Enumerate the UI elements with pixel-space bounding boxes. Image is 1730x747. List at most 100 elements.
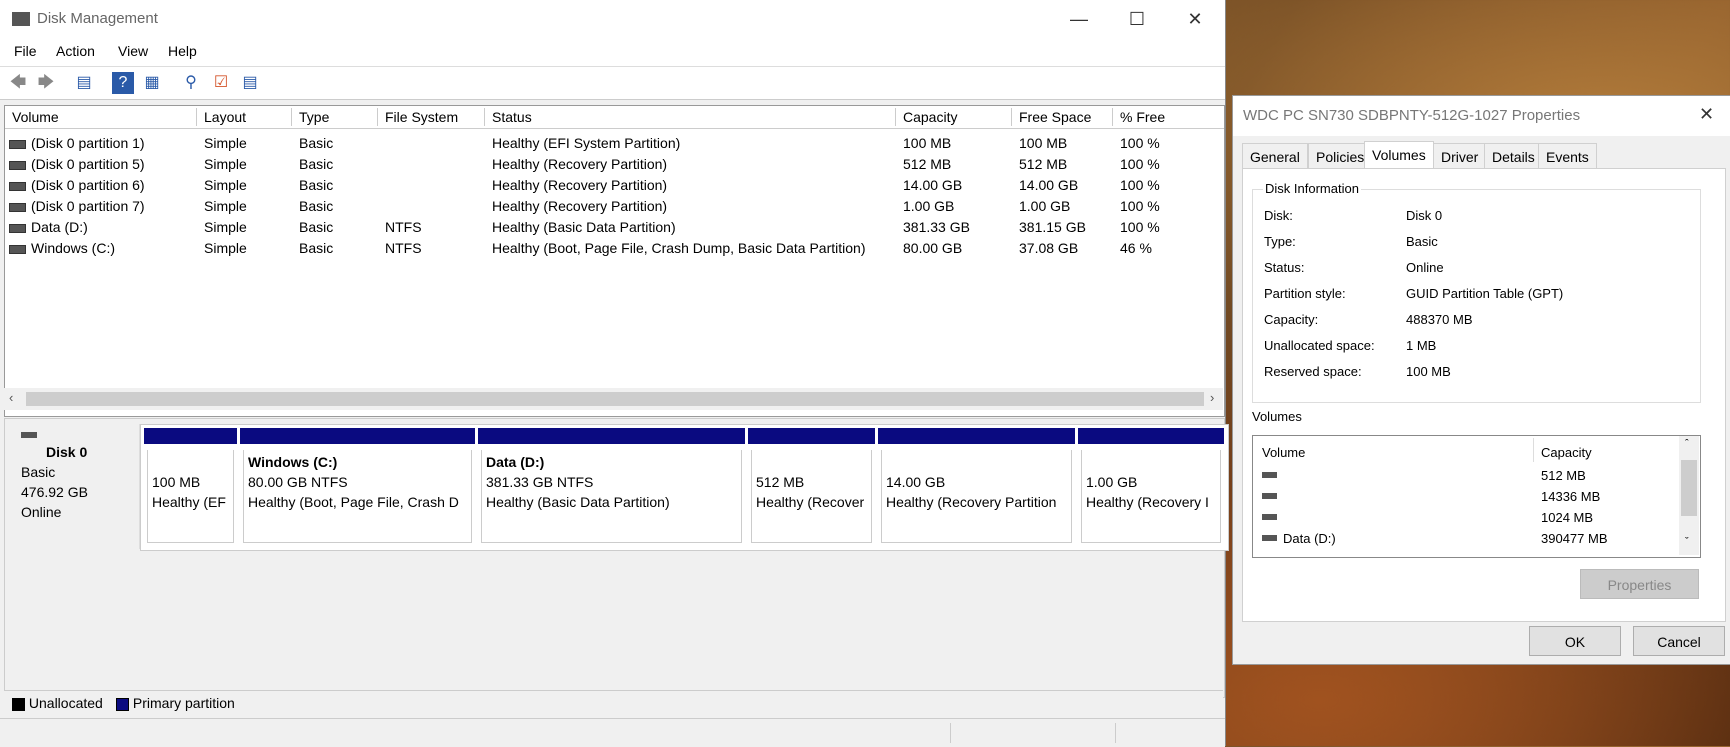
minimize-button[interactable]: — [1050, 0, 1108, 38]
cell-type: Basic [299, 156, 334, 172]
partition-status: Healthy (Boot, Page File, Crash D [248, 494, 459, 510]
tab-general[interactable]: General [1242, 143, 1308, 169]
properties-view-icon[interactable]: ▦ [141, 72, 163, 94]
tab-driver[interactable]: Driver [1433, 143, 1487, 169]
status-divider [1115, 723, 1116, 743]
scrollbar-thumb[interactable] [26, 392, 1204, 406]
col-header-type[interactable]: Type [292, 108, 378, 126]
checklist-icon[interactable]: ☑ [210, 72, 232, 94]
cell-status: Healthy (Boot, Page File, Crash Dump, Ba… [492, 240, 866, 256]
help-icon[interactable]: ? [112, 72, 134, 94]
vol-capacity: 390477 MB [1541, 531, 1608, 546]
partition-block[interactable]: Windows (C:) 80.00 GB NTFS Healthy (Boot, … [240, 428, 475, 546]
disk-name: Disk 0 [46, 444, 88, 460]
scroll-up-icon[interactable]: ˆ [1685, 438, 1689, 450]
col-header-status[interactable]: Status [485, 108, 896, 126]
forward-arrow-icon[interactable]: 🡆 [35, 72, 57, 94]
col-header-filesystem[interactable]: File System [378, 108, 485, 126]
table-row[interactable]: (Disk 0 partition 5) Simple Basic Health… [5, 154, 1224, 175]
volumes-list[interactable]: Volume Capacity 512 MB 14336 MB 1024 MB … [1252, 435, 1701, 558]
window-title: Disk Management [37, 10, 158, 27]
list-item[interactable]: 14336 MB [1253, 487, 1678, 507]
ok-button[interactable]: OK [1529, 626, 1621, 656]
cell-capacity: 512 MB [903, 156, 952, 172]
partition-status: Healthy (Recovery Partition [886, 494, 1057, 510]
vol-name: Data (D:) [1283, 531, 1336, 546]
cell-free-space: 381.15 GB [1019, 219, 1086, 235]
scroll-down-icon[interactable]: ˇ [1685, 536, 1689, 548]
partition-size: 80.00 GB NTFS [248, 474, 348, 490]
table-row[interactable]: Windows (C:) Simple Basic NTFS Healthy (… [5, 238, 1224, 259]
menu-help[interactable]: Help [168, 43, 197, 59]
cell-volume: Data (D:) [31, 219, 88, 235]
list-item[interactable]: Data (D:) 390477 MB [1253, 529, 1678, 549]
vertical-scrollbar[interactable]: ˆ ˇ [1679, 436, 1699, 555]
cell-percent-free: 100 % [1120, 198, 1160, 214]
cell-layout: Simple [204, 177, 247, 193]
cancel-button[interactable]: Cancel [1633, 626, 1725, 656]
col-header-percent-free[interactable]: % Free [1113, 108, 1224, 126]
horizontal-scrollbar[interactable]: ‹ › [4, 388, 1223, 410]
menu-file[interactable]: File [14, 43, 37, 59]
list-item[interactable]: 1024 MB [1253, 508, 1678, 528]
info-label: Capacity: [1264, 312, 1319, 327]
info-label: Unallocated space: [1264, 338, 1375, 353]
col-header-capacity[interactable]: Capacity [896, 108, 1012, 126]
cell-status: Healthy (Recovery Partition) [492, 177, 668, 193]
col-header-free-space[interactable]: Free Space [1012, 108, 1113, 126]
dialog-title-bar[interactable]: WDC PC SN730 SDBPNTY-512G-1027 Propertie… [1233, 96, 1730, 136]
tab-policies[interactable]: Policies [1308, 143, 1373, 169]
scroll-left-icon[interactable]: ‹ [9, 390, 13, 405]
volume-list-header: Volume Layout Type File System Status Ca… [5, 106, 1224, 129]
close-button[interactable]: ✕ [1166, 0, 1224, 38]
disk-label-panel[interactable]: Disk 0 Basic 476.92 GB Online [9, 424, 140, 549]
table-row[interactable]: (Disk 0 partition 6) Simple Basic Health… [5, 175, 1224, 196]
tab-events[interactable]: Events [1538, 143, 1597, 169]
dialog-close-icon[interactable]: ✕ [1699, 104, 1714, 125]
scrollbar-thumb[interactable] [1681, 460, 1697, 516]
table-row[interactable]: Data (D:) Simple Basic NTFS Healthy (Bas… [5, 217, 1224, 238]
partition-block[interactable]: 14.00 GB Healthy (Recovery Partition [878, 428, 1075, 546]
partition-name [152, 452, 229, 472]
tab-volumes[interactable]: Volumes [1364, 141, 1434, 169]
partition-block[interactable]: 1.00 GB Healthy (Recovery I [1078, 428, 1224, 546]
volume-drive-icon [9, 202, 26, 212]
volumes-tab-panel: Disk Information Disk: Disk 0 Type: Basi… [1242, 168, 1726, 622]
partition-name: Windows (C:) [248, 454, 338, 470]
vol-col-header-capacity[interactable]: Capacity [1541, 445, 1592, 460]
status-bar [0, 718, 1225, 747]
partition-name [1086, 452, 1216, 472]
col-header-volume[interactable]: Volume [5, 108, 197, 126]
list-item[interactable]: 512 MB [1253, 466, 1678, 486]
cell-volume: Windows (C:) [31, 240, 116, 256]
partition-block[interactable]: Data (D:) 381.33 GB NTFS Healthy (Basic Da… [478, 428, 745, 546]
table-row[interactable]: (Disk 0 partition 7) Simple Basic Health… [5, 196, 1224, 217]
cell-type: Basic [299, 198, 334, 214]
properties-button[interactable]: Properties [1580, 569, 1699, 599]
partition-block[interactable]: 100 MB Healthy (EF [144, 428, 237, 546]
show-hide-tree-icon[interactable]: ▤ [73, 72, 95, 94]
cell-volume: (Disk 0 partition 1) [31, 135, 145, 151]
settings-list-icon[interactable]: ▤ [239, 72, 261, 94]
maximize-button[interactable]: ☐ [1108, 0, 1166, 38]
col-header-layout[interactable]: Layout [197, 108, 292, 126]
volume-drive-icon [1262, 493, 1277, 499]
partition-block[interactable]: 512 MB Healthy (Recover [748, 428, 875, 546]
title-bar[interactable]: Disk Management — ☐ ✕ [0, 0, 1225, 38]
vol-col-header-volume[interactable]: Volume [1262, 445, 1305, 460]
tab-details[interactable]: Details [1484, 143, 1543, 169]
partition-status: Healthy (Basic Data Partition) [486, 494, 670, 510]
partition-name [886, 452, 1067, 472]
dialog-title: WDC PC SN730 SDBPNTY-512G-1027 Propertie… [1243, 107, 1581, 124]
scroll-right-icon[interactable]: › [1210, 390, 1214, 405]
cell-layout: Simple [204, 240, 247, 256]
partition-size: 512 MB [756, 474, 805, 490]
cell-free-space: 1.00 GB [1019, 198, 1071, 214]
menu-action[interactable]: Action [56, 43, 95, 59]
cell-percent-free: 100 % [1120, 177, 1160, 193]
primary-partition-swatch [116, 697, 129, 711]
menu-view[interactable]: View [118, 43, 148, 59]
connect-disk-icon[interactable]: ⚲ [180, 72, 202, 94]
table-row[interactable]: (Disk 0 partition 1) Simple Basic Health… [5, 133, 1224, 154]
back-arrow-icon[interactable]: 🡄 [7, 72, 29, 94]
